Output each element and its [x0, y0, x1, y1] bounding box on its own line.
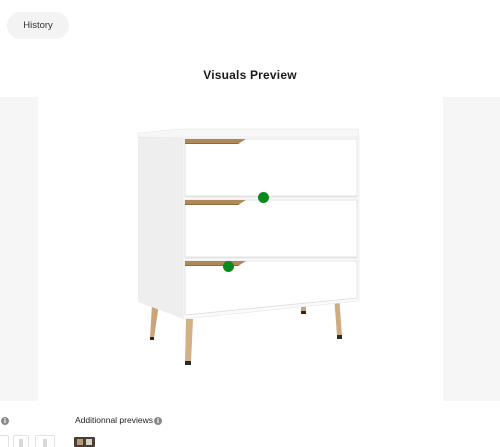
history-button[interactable]: History: [7, 12, 69, 39]
chest-of-drawers-illustration: [137, 128, 360, 365]
preview-thumbnail[interactable]: [13, 435, 29, 447]
visuals-preview-page: History Visuals Preview i Additionnal pr…: [0, 0, 500, 447]
next-preview-panel[interactable]: [443, 97, 500, 401]
hotspot-marker[interactable]: [258, 192, 269, 203]
additional-previews-label: Additionnal previews: [75, 415, 153, 425]
page-title: Visuals Preview: [203, 68, 297, 82]
previous-preview-panel[interactable]: [0, 97, 38, 401]
hotspot-marker[interactable]: [223, 261, 234, 272]
info-icon[interactable]: i: [154, 417, 162, 425]
product-preview-image: [38, 97, 443, 401]
preview-thumbnail[interactable]: [35, 435, 55, 447]
preview-thumbnail[interactable]: [0, 435, 9, 447]
info-icon[interactable]: i: [1, 417, 9, 425]
additional-preview-thumbnail[interactable]: [74, 437, 95, 447]
